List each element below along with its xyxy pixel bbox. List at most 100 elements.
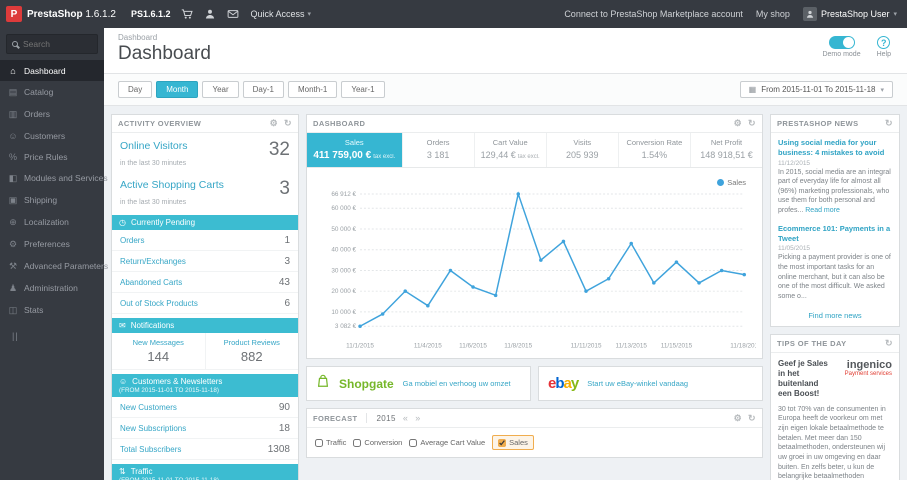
online-visitors-link[interactable]: Online Visitors: [120, 140, 188, 152]
svg-text:11/15/2015: 11/15/2015: [661, 342, 693, 349]
average-cart-value-checkbox[interactable]: [409, 438, 418, 447]
sidebar-item-administration[interactable]: ♟ Administration: [0, 277, 104, 299]
traffic-checkbox[interactable]: [315, 438, 323, 447]
help-control[interactable]: ? Help: [877, 36, 891, 58]
demo-mode-toggle[interactable]: [828, 36, 855, 49]
new-customers-link[interactable]: New Customers: [120, 403, 177, 412]
shopgate-ad-link[interactable]: Ga mobiel en verhoog uw omzet: [403, 379, 511, 388]
globe-icon: ⊕: [9, 216, 17, 227]
sidebar-item-price-rules[interactable]: % Price Rules: [0, 146, 104, 167]
sidebar-item-catalog[interactable]: ▤ Catalog: [0, 81, 104, 103]
help-icon[interactable]: ?: [877, 36, 891, 49]
refresh-icon[interactable]: ↻: [748, 413, 756, 423]
gear-icon[interactable]: ⚙: [734, 119, 742, 128]
sidebar-item-dashboard[interactable]: ⌂ Dashboard: [0, 60, 104, 81]
customers-notifications-icon[interactable]: [204, 8, 216, 20]
gear-icon[interactable]: ⚙: [270, 119, 278, 128]
pending-returns-link[interactable]: Return/Exchanges: [120, 257, 186, 266]
kpi-visits[interactable]: Visits 205 939: [547, 133, 619, 167]
demo-mode-control[interactable]: Demo mode: [822, 36, 861, 58]
sales-chart-area: Sales 66 912 € 60 000 € 50 000 € 40 000 € 30…: [307, 168, 762, 358]
range-button-month[interactable]: Month: [156, 81, 199, 98]
news-item-title[interactable]: Using social media for your business: 4 …: [778, 138, 892, 158]
next-year-icon[interactable]: »: [415, 413, 420, 423]
home-icon: ⌂: [10, 65, 16, 76]
active-carts-link[interactable]: Active Shopping Carts: [120, 179, 224, 191]
refresh-icon[interactable]: ↻: [284, 119, 292, 128]
find-more-news-link[interactable]: Find more news: [771, 305, 899, 326]
forecast-toggle-sales[interactable]: Sales: [492, 435, 534, 450]
messages-notifications-icon[interactable]: [227, 8, 239, 20]
product-reviews-cell[interactable]: Product Reviews 882: [206, 333, 299, 369]
sidebar-search[interactable]: [6, 34, 98, 54]
read-more-link[interactable]: Read more: [805, 207, 840, 214]
gear-icon[interactable]: ⚙: [734, 413, 742, 423]
forecast-toggle-traffic[interactable]: Traffic: [315, 438, 346, 447]
ebay-ad[interactable]: ebay Start uw eBay-winkel vandaag: [538, 366, 763, 401]
range-button-year-1[interactable]: Year-1: [341, 81, 385, 98]
sidebar-item-label: Catalog: [24, 87, 54, 97]
refresh-icon[interactable]: ↻: [885, 338, 893, 348]
prestashop-logo[interactable]: P PrestaShop 1.6.1.2: [0, 0, 120, 28]
kpi-sales[interactable]: Sales 411 759,00 € tax excl.: [307, 133, 403, 167]
ebay-ad-link[interactable]: Start uw eBay-winkel vandaag: [587, 379, 688, 388]
my-shop-link[interactable]: My shop: [756, 9, 790, 19]
total-subscribers-row: Total Subscribers 1308: [112, 439, 298, 460]
range-button-day[interactable]: Day: [118, 81, 153, 98]
range-button-year[interactable]: Year: [202, 81, 239, 98]
total-subscribers-link[interactable]: Total Subscribers: [120, 445, 181, 454]
kpi-conversion-rate[interactable]: Conversion Rate 1.54%: [619, 133, 691, 167]
shopgate-ad[interactable]: Shopgate Ga mobiel en verhoog uw omzet: [306, 366, 531, 401]
sidebar-item-localization[interactable]: ⊕ Localization: [0, 211, 104, 233]
stats-icon: ◫: [8, 304, 18, 315]
orders-notifications-icon[interactable]: [181, 8, 194, 20]
sidebar-item-orders[interactable]: ▥ Orders: [0, 103, 104, 125]
news-item-date: 11/05/2015: [778, 245, 811, 253]
forecast-toggle-conversion[interactable]: Conversion: [353, 438, 402, 447]
chevron-down-icon: ▾: [893, 11, 897, 18]
quick-access-menu[interactable]: Quick Access ▾: [250, 9, 311, 19]
product-reviews-value: 882: [240, 349, 263, 364]
chevron-down-icon: ▾: [880, 86, 884, 94]
pending-orders-link[interactable]: Orders: [120, 236, 144, 245]
marketplace-link[interactable]: Connect to PrestaShop Marketplace accoun…: [564, 9, 743, 19]
sales-checkbox[interactable]: [498, 438, 507, 447]
search-input[interactable]: [23, 39, 87, 49]
main-area: Dashboard Dashboard Demo mode ? Help Day…: [104, 28, 907, 480]
kpi-sub: tax excl.: [373, 154, 396, 160]
kpi-net-profit[interactable]: Net Profit 148 918,51 €: [691, 133, 762, 167]
sidebar-item-customers[interactable]: ☺ Customers: [0, 125, 104, 146]
range-button-month-1[interactable]: Month-1: [287, 81, 338, 98]
news-item-title[interactable]: Ecommerce 101: Payments in a Tweet: [778, 224, 892, 244]
abandoned-carts-link[interactable]: Abandoned Carts: [120, 278, 182, 287]
sidebar-collapse-button[interactable]: ||: [0, 321, 104, 351]
refresh-icon[interactable]: ↻: [885, 119, 893, 128]
sidebar-item-stats[interactable]: ◫ Stats: [0, 299, 104, 321]
kpi-label: Sales: [344, 138, 364, 147]
refresh-icon[interactable]: ↻: [748, 119, 756, 128]
out-of-stock-link[interactable]: Out of Stock Products: [120, 299, 198, 308]
prestashop-news-panel: PrestaShop News ↻ Using social media for…: [770, 114, 900, 327]
svg-text:60 000 €: 60 000 €: [331, 205, 356, 212]
previous-year-icon[interactable]: «: [403, 413, 408, 423]
forecast-toggle-average-cart-value[interactable]: Average Cart Value: [409, 438, 485, 447]
forecast-year: 2015: [376, 413, 396, 423]
sidebar-item-shipping[interactable]: ▣ Shipping: [0, 189, 104, 211]
prestashop-admin-screen: P PrestaShop 1.6.1.2 PS1.6.1.2 Quick Acc…: [0, 0, 907, 480]
range-button-day-1[interactable]: Day-1: [242, 81, 284, 98]
out-of-stock-value: 6: [284, 297, 290, 309]
sidebar-item-advanced-parameters[interactable]: ⚒ Advanced Parameters: [0, 255, 108, 277]
notifications-columns: New Messages 144 Product Reviews 882: [112, 333, 298, 370]
sidebar-item-preferences[interactable]: ⚙ Preferences: [0, 233, 104, 255]
user-avatar: [802, 7, 817, 21]
gear-icon: ⚙: [8, 238, 18, 249]
user-menu[interactable]: PrestaShop User ▾: [802, 7, 897, 21]
conversion-checkbox[interactable]: [353, 438, 362, 447]
kpi-orders[interactable]: Orders 3 181: [403, 133, 475, 167]
kpi-cart-value[interactable]: Cart Value 129,44 € tax excl.: [475, 133, 547, 167]
date-range-picker[interactable]: ▦ From 2015-11-01 To 2015-11-18 ▾: [739, 81, 893, 98]
new-subscriptions-link[interactable]: New Subscriptions: [120, 424, 186, 433]
sidebar-item-modules[interactable]: ◧ Modules and Services: [0, 167, 108, 189]
new-messages-cell[interactable]: New Messages 144: [112, 333, 206, 369]
tools-icon: ⚒: [8, 260, 18, 271]
